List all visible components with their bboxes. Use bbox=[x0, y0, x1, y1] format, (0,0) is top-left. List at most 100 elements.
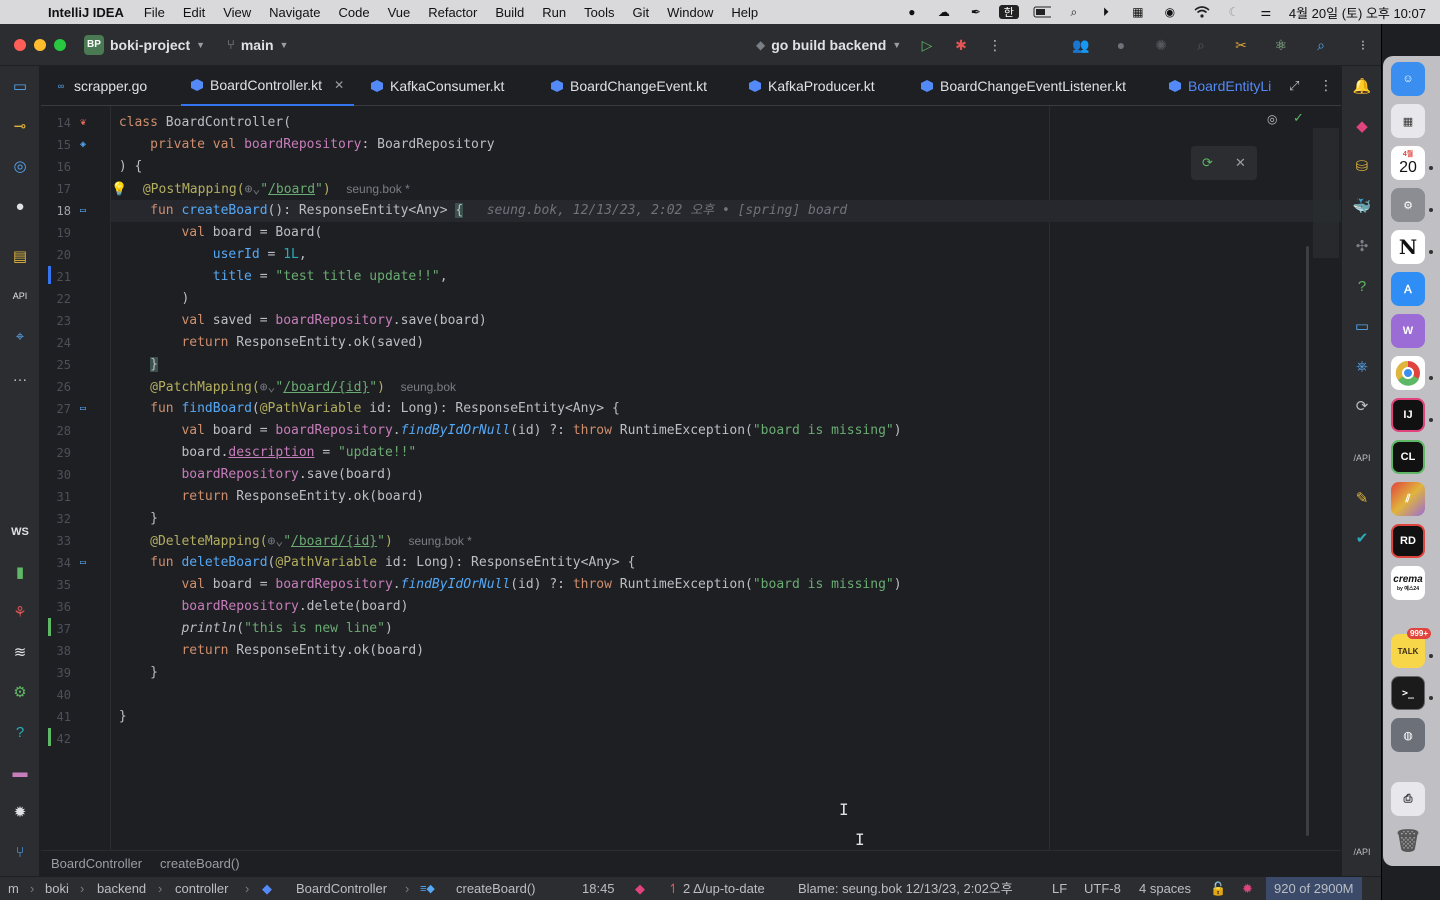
minimap-scroll-thumb[interactable] bbox=[1313, 128, 1339, 258]
spring-bean-icon[interactable]: ❦ bbox=[77, 117, 89, 129]
dock-clion[interactable]: CL bbox=[1391, 440, 1425, 474]
copilot-icon[interactable]: ✔ bbox=[1350, 526, 1374, 550]
focus-moon-icon[interactable]: ☾ bbox=[1225, 5, 1243, 19]
tab-scrapper-go[interactable]: ∞ scrapper.go bbox=[55, 66, 147, 106]
terminal-icon[interactable]: ▬ bbox=[8, 760, 32, 784]
dock-rider[interactable]: RD bbox=[1391, 524, 1425, 558]
nav-path-class[interactable]: BoardController bbox=[296, 877, 387, 900]
dock-chrome[interactable] bbox=[1391, 356, 1425, 390]
input-source-icon[interactable]: 한 bbox=[998, 5, 1019, 19]
settings-gear-icon[interactable]: ⚙ bbox=[8, 680, 32, 704]
atom-plugin-icon[interactable]: ⚛ bbox=[1270, 34, 1292, 56]
dock-kakaotalk[interactable]: TALK 999+ bbox=[1391, 628, 1431, 668]
gradle-icon[interactable]: ✣ bbox=[1350, 234, 1374, 258]
author-hint[interactable]: seung.bok * bbox=[346, 182, 409, 196]
lock-icon[interactable]: 🔓 bbox=[1210, 877, 1226, 900]
blame-status[interactable]: Blame: seung.bok 12/13/23, 2:02오후 bbox=[798, 877, 1013, 900]
tab-kafkaproducer[interactable]: KafkaProducer.kt bbox=[749, 66, 875, 106]
menu-edit[interactable]: Edit bbox=[183, 5, 205, 20]
line-separator[interactable]: LF bbox=[1052, 877, 1067, 900]
reader-mode-icon[interactable]: ◎ bbox=[1267, 112, 1277, 126]
menu-navigate[interactable]: Navigate bbox=[269, 5, 320, 20]
dock-weverse[interactable]: W bbox=[1391, 314, 1425, 348]
nav-path-method[interactable]: createBoard() bbox=[456, 877, 535, 900]
kubernetes-icon[interactable]: ⎈ bbox=[1350, 354, 1374, 378]
branch-selector[interactable]: ⑂ main ▼ bbox=[227, 37, 288, 53]
breadcrumb-method[interactable]: createBoard() bbox=[160, 856, 239, 871]
inline-blame[interactable]: seung.bok, 12/13/23, 2:02 오후 • [spring] … bbox=[487, 203, 847, 218]
menu-code[interactable]: Code bbox=[338, 5, 369, 20]
battery-icon[interactable] bbox=[1033, 5, 1051, 19]
dock-intellij[interactable]: IJ bbox=[1391, 398, 1425, 432]
nav-path-backend[interactable]: backend bbox=[97, 877, 146, 900]
build-tools-icon[interactable]: ✂ bbox=[1230, 34, 1252, 56]
nav-path-boki[interactable]: boki bbox=[45, 877, 69, 900]
wifi-icon[interactable] bbox=[1193, 5, 1211, 19]
project-selector[interactable]: boki-project bbox=[110, 37, 190, 53]
menu-run[interactable]: Run bbox=[542, 5, 566, 20]
bug-icon[interactable]: ✹ bbox=[1242, 877, 1253, 900]
graph-icon[interactable]: ⚘ bbox=[8, 600, 32, 624]
api-doc-icon[interactable]: /API bbox=[1350, 446, 1374, 470]
problems-icon[interactable]: ✹ bbox=[8, 800, 32, 824]
ai-assistant-icon[interactable]: ✺ bbox=[1150, 34, 1172, 56]
chat-icon[interactable]: ▭ bbox=[1350, 314, 1374, 338]
chevron-down-icon[interactable]: ▼ bbox=[196, 40, 205, 50]
zoom-window-button[interactable] bbox=[54, 38, 66, 51]
dock-system-settings[interactable]: ⚙ bbox=[1391, 188, 1425, 222]
tab-actions-icon[interactable]: ⋮ bbox=[1319, 77, 1333, 94]
nav-path-module[interactable]: m bbox=[8, 877, 19, 900]
menu-vue[interactable]: Vue bbox=[388, 5, 411, 20]
inject-icon[interactable]: ◈ bbox=[77, 139, 89, 151]
dock-calendar[interactable]: 4월 20 bbox=[1391, 146, 1425, 180]
endpoint-icon[interactable]: ▭ bbox=[77, 403, 89, 415]
notifications-bell-icon[interactable]: 🔔 bbox=[1350, 74, 1374, 98]
project-badge[interactable]: BP bbox=[84, 34, 104, 55]
reload-icon[interactable]: ⟳ bbox=[1202, 155, 1213, 171]
vcs-status[interactable]: 2 Δ/up-to-date bbox=[683, 877, 765, 900]
dock-trash[interactable]: 🗑 bbox=[1391, 824, 1425, 858]
more-tools-icon[interactable]: … bbox=[8, 364, 32, 388]
database-icon[interactable]: ⛁ bbox=[1350, 154, 1374, 178]
dock-app-store[interactable]: Ａ bbox=[1391, 272, 1425, 306]
git-icon[interactable]: ⑂ bbox=[8, 840, 32, 864]
run-config-selector[interactable]: ◆ go build backend ▼ bbox=[756, 24, 901, 66]
line-gutter[interactable]: 14 ❦ 15 ◈ 16 17 18 ▭ 19 20 21 22 23 24 25 2… bbox=[41, 106, 111, 850]
commit-icon[interactable]: ⊸ bbox=[8, 114, 32, 138]
indent-setting[interactable]: 4 spaces bbox=[1139, 877, 1191, 900]
control-center-icon[interactable]: ⚌ bbox=[1257, 5, 1275, 19]
caret-position[interactable]: 18:45 bbox=[582, 877, 615, 900]
code-area[interactable]: class BoardController( private val board… bbox=[111, 106, 1341, 850]
plugin-status-icon[interactable]: ◆ bbox=[635, 877, 645, 900]
run-icon[interactable]: ▷ bbox=[916, 34, 938, 56]
todo-icon[interactable]: ✎ bbox=[1350, 486, 1374, 510]
endpoints-icon[interactable]: ⌖ bbox=[8, 324, 32, 348]
github-icon[interactable]: ● bbox=[8, 194, 32, 218]
dismiss-icon[interactable]: ✕ bbox=[1235, 155, 1246, 171]
app-menu[interactable]: IntelliJ IDEA bbox=[48, 5, 124, 20]
no-problems-check-icon[interactable]: ✓ bbox=[1293, 110, 1304, 126]
menu-build[interactable]: Build bbox=[495, 5, 524, 20]
lightbulb-icon[interactable]: 💡 bbox=[111, 182, 127, 197]
window-layout-icon[interactable]: ▦ bbox=[1129, 5, 1147, 19]
dock-terminal[interactable]: >_ bbox=[1391, 676, 1425, 710]
dock-finder[interactable]: ☺ bbox=[1391, 62, 1425, 96]
endpoint-icon[interactable]: ▭ bbox=[77, 557, 89, 569]
dock-gradient-app[interactable]: ⫽ bbox=[1391, 482, 1425, 516]
feather-icon[interactable]: ✒ bbox=[967, 5, 985, 19]
vertical-scrollbar[interactable] bbox=[1306, 246, 1309, 836]
tab-boardentitylistener[interactable]: BoardEntityLi bbox=[1169, 66, 1277, 106]
menu-help[interactable]: Help bbox=[731, 5, 758, 20]
media-play-icon[interactable]: ⏵ bbox=[1097, 5, 1115, 19]
menu-git[interactable]: Git bbox=[633, 5, 650, 20]
bookmarks-icon[interactable]: ▮ bbox=[8, 560, 32, 584]
code-with-me-icon[interactable]: 👥 bbox=[1070, 34, 1092, 56]
author-hint[interactable]: seung.bok * bbox=[408, 534, 471, 548]
cloud-app-icon[interactable]: ☁ bbox=[935, 5, 953, 19]
menu-file[interactable]: File bbox=[144, 5, 165, 20]
more-actions-icon[interactable]: ⋮ bbox=[984, 34, 1006, 56]
close-window-button[interactable] bbox=[14, 38, 26, 51]
browser-icon[interactable]: ◎ bbox=[8, 154, 32, 178]
tab-boardchangeeventlistener[interactable]: BoardChangeEventListener.kt bbox=[921, 66, 1126, 106]
help-icon[interactable]: ? bbox=[8, 720, 32, 744]
